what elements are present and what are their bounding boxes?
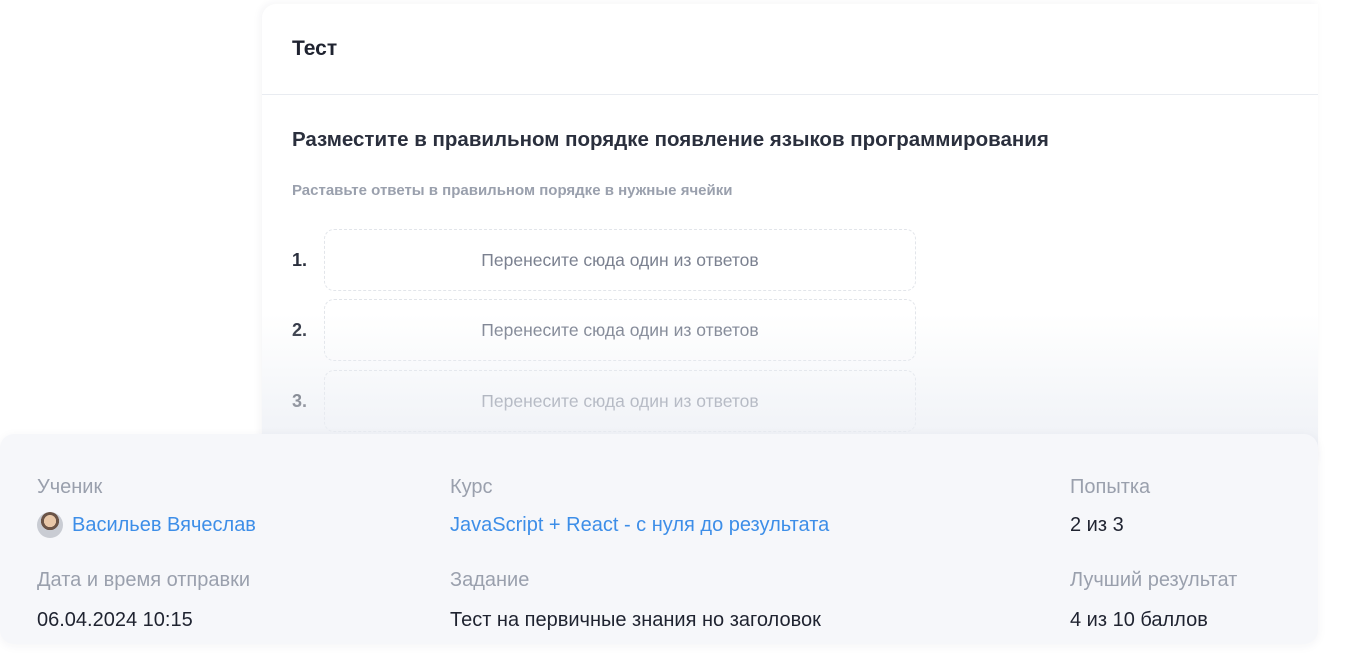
answer-slot-row: 3. Перенесите сюда один из ответов <box>292 370 918 432</box>
best-result-label: Лучший результат <box>1070 569 1238 591</box>
attempt-label: Попытка <box>1070 476 1151 498</box>
slot-number: 3. <box>292 390 308 411</box>
course-link[interactable]: JavaScript + React - с нуля до результат… <box>450 514 829 537</box>
slot-placeholder: Перенесите сюда один из ответов <box>481 390 759 411</box>
test-card: Тест Разместите в правильном порядке поя… <box>262 4 1318 464</box>
best-result-value: 4 из 10 баллов <box>1070 609 1208 631</box>
slot-placeholder: Перенесите сюда один из ответов <box>481 319 759 340</box>
task-label: Задание <box>450 569 530 591</box>
question-hint: Раставьте ответы в правильном порядке в … <box>292 182 733 199</box>
slot-number: 1. <box>292 249 308 270</box>
answer-drop-slot[interactable]: Перенесите сюда один из ответов <box>324 299 916 361</box>
answer-slot-row: 1. Перенесите сюда один из ответов <box>292 229 918 291</box>
sent-datetime-value: 06.04.2024 10:15 <box>37 609 193 631</box>
slot-number: 2. <box>292 319 308 340</box>
answer-drop-slot[interactable]: Перенесите сюда один из ответов <box>324 229 916 291</box>
submission-info-panel: Ученик Васильев Вячеслав Курс JavaScript… <box>0 434 1318 644</box>
student-label: Ученик <box>37 476 103 498</box>
question-title: Разместите в правильном порядке появлени… <box>292 128 1049 151</box>
card-header: Тест <box>262 4 1318 95</box>
answer-drop-slot[interactable]: Перенесите сюда один из ответов <box>324 370 916 432</box>
answer-slot-row: 2. Перенесите сюда один из ответов <box>292 299 918 361</box>
course-label: Курс <box>450 476 493 498</box>
student-name: Васильев Вячеслав <box>72 513 256 536</box>
attempt-value: 2 из 3 <box>1070 514 1124 536</box>
student-link[interactable]: Васильев Вячеслав <box>37 512 256 538</box>
sent-datetime-label: Дата и время отправки <box>37 569 251 591</box>
task-value: Тест на первичные знания но заголовок <box>450 609 821 631</box>
slot-placeholder: Перенесите сюда один из ответов <box>481 249 759 270</box>
card-title: Тест <box>292 37 338 60</box>
avatar <box>37 512 63 538</box>
